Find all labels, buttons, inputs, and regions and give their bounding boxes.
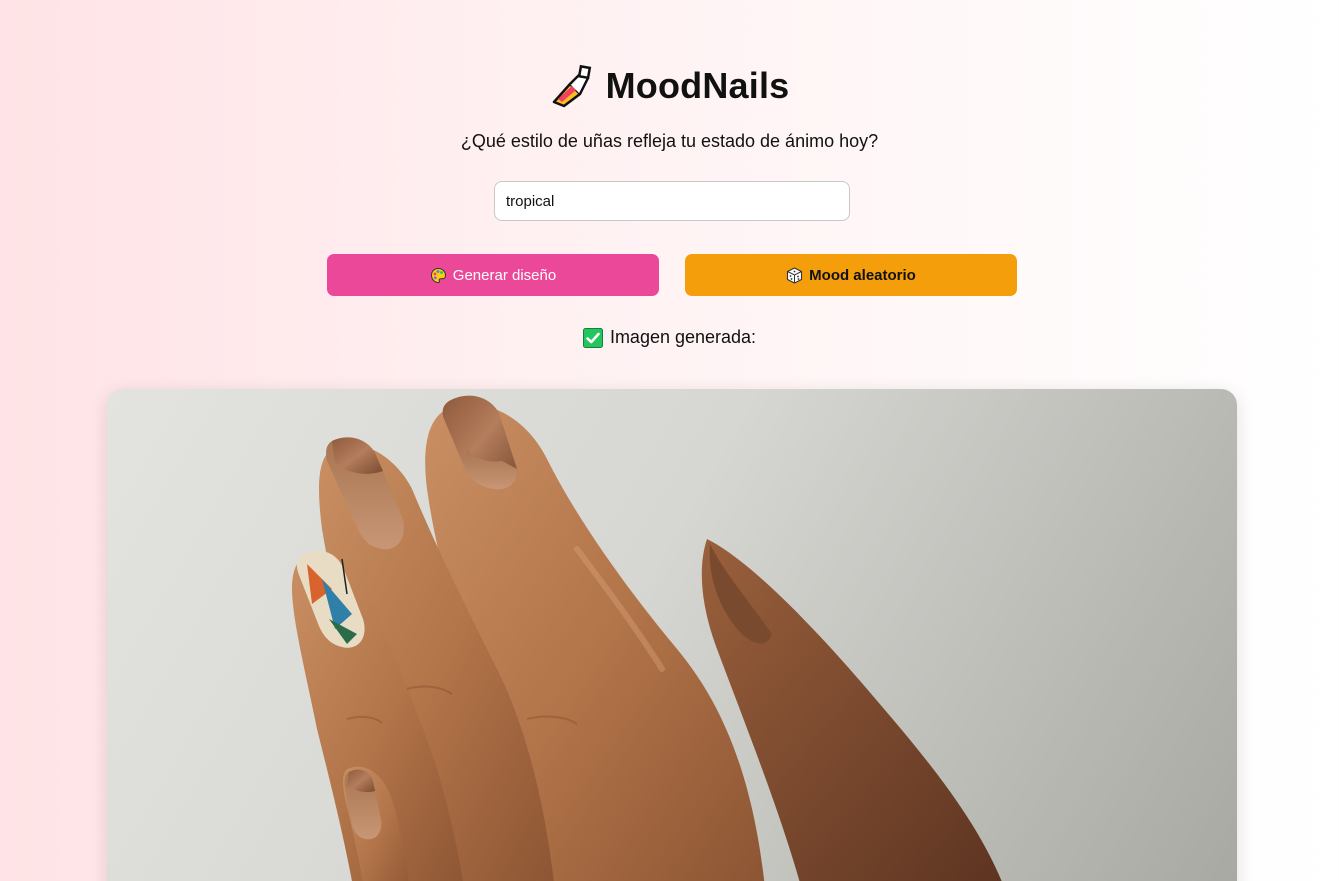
random-mood-label: Mood aleatorio: [809, 266, 916, 284]
status-text: Imagen generada:: [609, 327, 757, 347]
hand-illustration: [292, 395, 1002, 881]
checkmark-icon: [582, 327, 603, 348]
random-mood-button[interactable]: Mood aleatorio: [685, 254, 1017, 296]
app-header: MoodNails: [0, 64, 1339, 108]
generate-design-label: Generar diseño: [452, 266, 557, 284]
mood-question: ¿Qué estilo de uñas refleja tu estado de…: [460, 131, 879, 151]
app-title: MoodNails: [605, 65, 790, 106]
palette-icon: [430, 267, 447, 284]
generation-status: Imagen generada:: [0, 327, 1339, 348]
dice-icon: [786, 266, 803, 284]
generated-nail-image: [107, 389, 1237, 881]
mood-input[interactable]: [494, 181, 850, 221]
generate-design-button[interactable]: Generar diseño: [327, 254, 659, 296]
nail-polish-brush-icon: [550, 64, 594, 108]
